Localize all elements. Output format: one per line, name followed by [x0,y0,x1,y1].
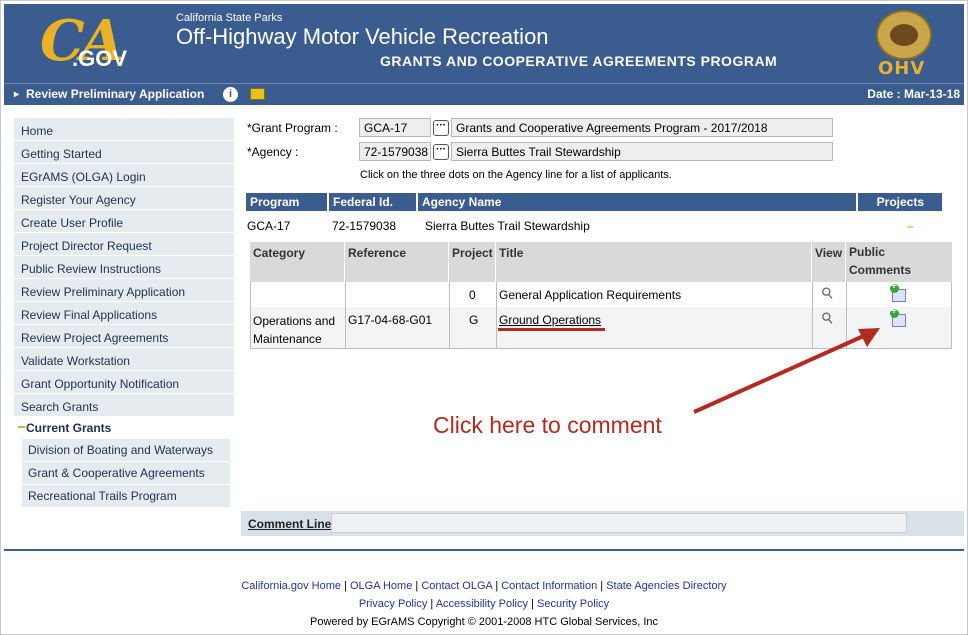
sidebar-item-create-user-profile[interactable]: Create User Profile [14,210,234,232]
page-title: Review Preliminary Application [26,87,205,101]
col-header-project: Project [449,242,496,282]
sidebar-item-home[interactable]: Home [14,118,234,140]
sidebar-item-review-final-applications[interactable]: Review Final Applications [14,302,234,324]
sidebar-item-getting-started[interactable]: Getting Started [14,141,234,163]
footer-link-olga-home[interactable]: OLGA Home [350,580,412,592]
footer-link-contact-information[interactable]: Contact Information [501,580,597,592]
agency-lookup-button[interactable]: ··· [433,144,449,160]
footer-separator: | [415,580,419,592]
footer-powered-by: Powered by EGrAMS Copyright © 2001-2008 … [309,616,659,628]
agency-row-federal-id: 72-1579038 [332,219,397,233]
projects-collapse-toggle[interactable]: – [907,219,914,233]
ohv-logo: OHV [878,58,926,79]
sidebar-current-grants-heading[interactable]: Current Grants [14,417,234,439]
grant-program-name-field: Grants and Cooperative Agreements Progra… [451,118,833,137]
sidebar: Home Getting Started EGrAMS (OLGA) Login… [14,118,234,508]
footer-links-row2: Privacy Policy | Accessibility Policy | … [0,598,968,610]
agency-name: California State Parks [176,12,283,24]
agency-code-field[interactable]: 72-1579038 [359,142,431,161]
sidebar-subitem-grant-cooperative-agreements[interactable]: Grant & Cooperative Agreements [22,462,230,484]
comment-line-input[interactable] [331,513,907,533]
comment-line-bar: Comment Line: [241,511,964,536]
add-comment-icon[interactable] [890,281,906,302]
footer-separator: | [531,598,534,610]
col-header-view: View [812,242,846,282]
col-divider [449,307,450,348]
grant-program-code-field[interactable]: GCA-17 [359,118,431,137]
col-header-reference: Reference [345,242,449,282]
annotation-arrow [693,328,880,414]
footer-separator: | [600,580,604,592]
sidebar-item-search-grants[interactable]: Search Grants [14,394,234,416]
row2-title-link[interactable]: Ground Operations [496,313,604,327]
row2-category: Operations and Maintenance [253,314,336,346]
comment-line-label: Comment Line: [248,517,336,531]
col-header-title: Title [496,242,812,282]
nav-arrow-icon: ▸ [14,89,20,100]
sidebar-item-grant-opportunity-notification[interactable]: Grant Opportunity Notification [14,371,234,393]
sidebar-subitem-recreational-trails[interactable]: Recreational Trails Program [22,485,230,507]
site-header: CA .GOV California State Parks Off-Highw… [4,4,964,83]
grant-program-label: *Grant Program : [247,121,338,135]
col-header-category: Category [250,242,345,282]
footer-link-ca-gov-home[interactable]: California.gov Home [241,580,341,592]
page-nav-bar: ▸ Review Preliminary Application i Date … [4,83,964,105]
grant-program-lookup-button[interactable]: ··· [433,120,449,136]
program-title: GRANTS AND COOPERATIVE AGREEMENTS PROGRA… [380,53,778,69]
row2-reference: G17-04-68-G01 [348,313,433,327]
footer-separator: | [495,580,499,592]
col-header-federal-id: Federal Id. [329,193,416,211]
annotation-callout: Click here to comment [433,412,662,438]
footer-divider [4,549,964,551]
footer-link-contact-olga[interactable]: Contact OLGA [421,580,492,592]
footer-link-accessibility-policy[interactable]: Accessibility Policy [436,598,528,610]
app-title: Off-Highway Motor Vehicle Recreation [176,24,549,49]
ca-gov-logo[interactable]: CA .GOV [40,8,140,78]
sidebar-item-public-review-instructions[interactable]: Public Review Instructions [14,256,234,278]
agency-name-field: Sierra Buttes Trail Stewardship [451,142,833,161]
col-header-public-comments: Public Comments [846,242,952,282]
footer-link-privacy-policy[interactable]: Privacy Policy [359,598,427,610]
footer-separator: | [344,580,347,592]
sidebar-item-review-preliminary-application[interactable]: Review Preliminary Application [14,279,234,301]
sidebar-item-review-project-agreements[interactable]: Review Project Agreements [14,325,234,347]
sidebar-item-login[interactable]: EGrAMS (OLGA) Login [14,164,234,186]
agency-row-program: GCA-17 [247,219,291,233]
col-header-agency-name: Agency Name [418,193,856,211]
footer-links-row1: California.gov Home | OLGA Home | Contac… [0,580,968,592]
current-date: Date : Mar-13-18 [867,87,960,101]
agency-label: *Agency : [247,145,299,159]
col-header-projects: Projects [858,193,942,211]
logo-gov-text: .GOV [72,46,128,71]
sidebar-item-project-director-request[interactable]: Project Director Request [14,233,234,255]
state-parks-seal-icon [876,10,932,60]
footer-link-state-agencies-directory[interactable]: State Agencies Directory [606,580,726,592]
sidebar-item-register-agency[interactable]: Register Your Agency [14,187,234,209]
footer-link-security-policy[interactable]: Security Policy [537,598,609,610]
col-header-program: Program [246,193,327,211]
sidebar-subitem-boating-waterways[interactable]: Division of Boating and Waterways [22,439,230,461]
annotation-underline [498,328,605,331]
agency-row-agency-name: Sierra Buttes Trail Stewardship [425,219,590,233]
row2-project: G [469,313,479,327]
add-comment-icon[interactable] [890,306,906,327]
row1-project: 0 [469,288,476,302]
agency-hint-text: Click on the three dots on the Agency li… [360,169,672,181]
footer-separator: | [430,598,434,610]
help-book-icon[interactable] [250,88,265,100]
sidebar-item-validate-workstation[interactable]: Validate Workstation [14,348,234,370]
info-icon[interactable]: i [223,87,238,102]
row1-title: General Application Requirements [499,288,682,302]
